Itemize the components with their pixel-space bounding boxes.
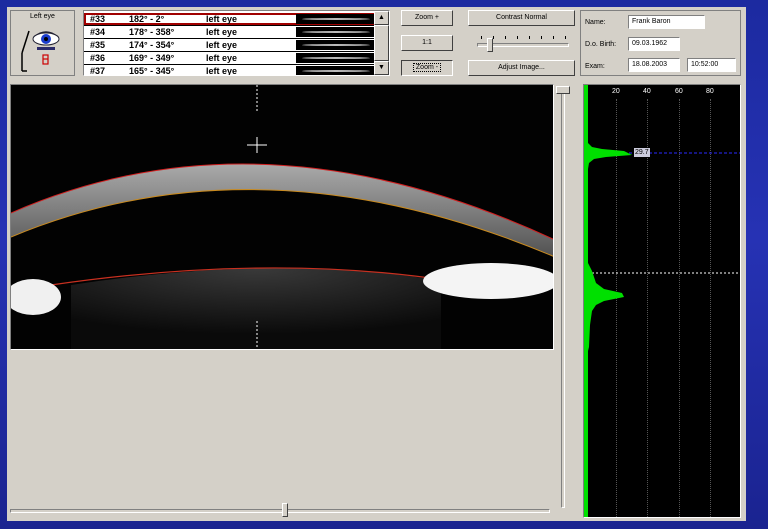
- scan-angle: 182° - 2°: [129, 14, 165, 24]
- slider-tick: [505, 36, 506, 39]
- scan-row-34[interactable]: #34 178° - 358° left eye: [84, 26, 376, 38]
- eye-scan-visual: [11, 85, 553, 349]
- eye-icon: [21, 30, 60, 72]
- slider-tick: [493, 36, 494, 39]
- scrollbar-thumb[interactable]: [374, 25, 389, 61]
- density-profile: [584, 85, 740, 517]
- horizontal-slider-thumb[interactable]: [282, 503, 288, 517]
- horizontal-slider-track: [10, 509, 550, 513]
- scheimpflug-image[interactable]: [10, 84, 554, 350]
- vertical-slider[interactable]: [556, 84, 570, 512]
- dob-field[interactable]: 09.03.1962: [628, 37, 680, 51]
- slider-tick: [517, 36, 518, 39]
- scan-eye: left eye: [206, 53, 238, 63]
- scan-list: #33 182° - 2° left eye #34 178° - 358° l…: [83, 10, 390, 76]
- scan-angle: 178° - 358°: [129, 27, 175, 37]
- scan-id: #36: [90, 53, 106, 63]
- zoom-in-button[interactable]: Zoom +: [401, 10, 453, 26]
- scan-row-33[interactable]: #33 182° - 2° left eye: [84, 13, 376, 25]
- scan-angle: 165° - 345°: [129, 66, 175, 76]
- scan-row-37[interactable]: #37 165° - 345° left eye: [84, 65, 376, 76]
- scan-thumbnail: [296, 53, 374, 63]
- scan-eye: left eye: [206, 14, 238, 24]
- one-to-one-button[interactable]: 1:1: [401, 35, 453, 51]
- scroll-down-arrow-icon[interactable]: ▼: [374, 61, 389, 75]
- scan-thumbnail: [296, 27, 374, 37]
- name-label: Name:: [585, 19, 606, 26]
- name-field[interactable]: Frank Baron: [628, 15, 705, 29]
- contrast-slider-thumb[interactable]: [487, 38, 493, 52]
- scan-id: #34: [90, 27, 106, 37]
- slider-tick: [529, 36, 530, 39]
- scan-thumbnail: [296, 66, 374, 75]
- exam-time-field[interactable]: 10:52:00: [687, 58, 736, 72]
- density-graph[interactable]: 20 40 60 80 29.7: [583, 84, 741, 518]
- patient-info-panel: Name: Frank Baron D.o. Birth: 09.03.1962…: [580, 10, 741, 76]
- dob-label: D.o. Birth:: [585, 41, 617, 48]
- adjust-image-button[interactable]: Adjust Image...: [468, 60, 575, 76]
- exam-label: Exam:: [585, 63, 605, 70]
- slider-tick: [481, 36, 482, 39]
- slider-tick: [565, 36, 566, 39]
- slider-tick: [541, 36, 542, 39]
- zoom-out-button[interactable]: Zoom -: [401, 60, 453, 76]
- scan-list-scrollbar[interactable]: ▲ ▼: [374, 11, 389, 75]
- scan-row-36[interactable]: #36 169° - 349° left eye: [84, 52, 376, 64]
- scan-angle: 169° - 349°: [129, 53, 175, 63]
- eye-side-label: Left eye: [30, 13, 55, 20]
- peak-value-label: 29.7: [634, 148, 650, 157]
- scan-id: #37: [90, 66, 106, 76]
- horizontal-slider[interactable]: [10, 500, 550, 520]
- scroll-up-arrow-icon[interactable]: ▲: [374, 11, 389, 25]
- zoom-out-label: Zoom -: [412, 63, 442, 72]
- eye-indicator-panel: Left eye: [10, 10, 75, 76]
- scan-thumbnail: [296, 40, 374, 50]
- exam-date-field[interactable]: 18.08.2003: [628, 58, 680, 72]
- contrast-button[interactable]: Contrast Normal: [468, 10, 575, 26]
- scan-row-35[interactable]: #35 174° - 354° left eye: [84, 39, 376, 51]
- vertical-slider-track: [561, 88, 565, 508]
- slider-tick: [553, 36, 554, 39]
- scan-angle: 174° - 354°: [129, 40, 175, 50]
- scan-eye: left eye: [206, 27, 238, 37]
- application-window: Left eye #33 182° - 2° left eye #34 178°…: [7, 7, 746, 521]
- scan-id: #35: [90, 40, 106, 50]
- scan-thumbnail: [296, 14, 374, 24]
- contrast-slider[interactable]: [473, 34, 571, 54]
- scan-id: #33: [90, 14, 106, 24]
- vertical-slider-thumb[interactable]: [556, 86, 570, 94]
- scan-eye: left eye: [206, 40, 238, 50]
- scan-eye: left eye: [206, 66, 238, 76]
